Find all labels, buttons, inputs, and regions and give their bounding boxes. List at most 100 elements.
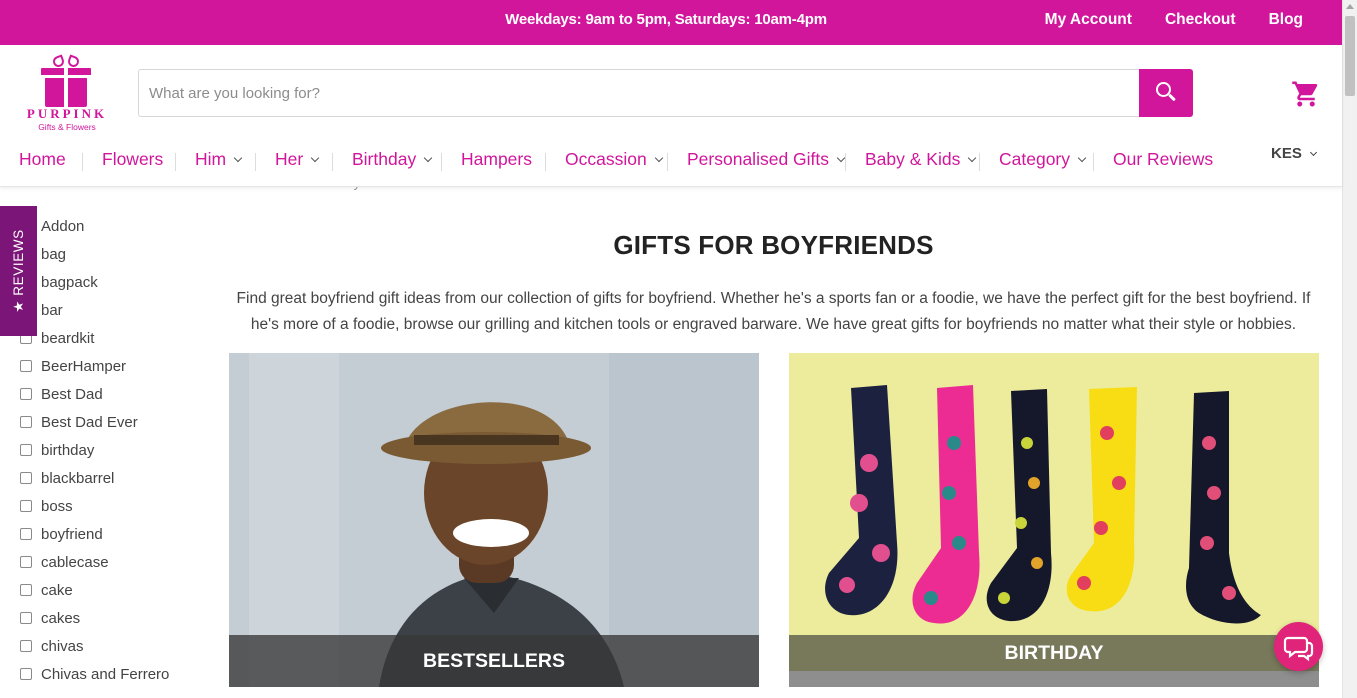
checkbox[interactable] [20, 500, 32, 512]
collection-card-birthday[interactable]: BIRTHDAY [789, 353, 1319, 687]
nav-divider [82, 153, 83, 171]
nav-item-birthday[interactable]: Birthday [352, 149, 433, 170]
collection-card-bestsellers[interactable]: BESTSELLERS [229, 353, 759, 687]
chat-button[interactable] [1274, 622, 1323, 671]
nav-item-her[interactable]: Her [275, 149, 320, 170]
filter-option[interactable]: cablecase [20, 550, 109, 574]
nav-label: Our Reviews [1113, 149, 1214, 169]
checkbox[interactable] [20, 416, 32, 428]
filter-option[interactable]: cake [20, 578, 73, 602]
currency-label: KES [1271, 145, 1302, 162]
filter-label: chivas [41, 637, 84, 655]
nav-label: Home [19, 149, 66, 169]
nav-divider [332, 153, 333, 171]
nav-label: Flowers [102, 149, 164, 169]
collection-description: Find great boyfriend gift ideas from our… [236, 290, 1311, 333]
nav-label: Birthday [352, 149, 417, 169]
search-bar [138, 69, 1193, 117]
filter-option[interactable]: BeerHamper [20, 354, 126, 378]
cart-icon[interactable] [1289, 79, 1323, 109]
checkbox[interactable] [20, 388, 32, 400]
checkbox[interactable] [20, 668, 32, 680]
nav-divider [1093, 153, 1094, 171]
checkbox[interactable] [20, 612, 32, 624]
checkbox[interactable] [20, 360, 32, 372]
scroll-thumb[interactable] [1345, 16, 1355, 96]
site-logo[interactable]: PURPINK Gifts & Flowers [18, 54, 118, 135]
checkbox[interactable] [20, 640, 32, 652]
site-header: PURPINK Gifts & Flowers Home Flowers Him… [0, 45, 1342, 187]
card-label: BESTSELLERS [229, 635, 759, 687]
card-label: BIRTHDAY [789, 635, 1319, 671]
checkbox[interactable] [20, 556, 32, 568]
filter-option[interactable]: chivas [20, 634, 84, 658]
logo-name: PURPINK [26, 106, 108, 121]
filter-option[interactable]: Chivas and Ferrero [20, 662, 169, 686]
chevron-down-icon [233, 153, 243, 163]
filter-label: bar [41, 301, 63, 319]
nav-divider [255, 153, 256, 171]
filter-label: bagpack [41, 273, 98, 291]
nav-item-home[interactable]: Home [19, 149, 66, 170]
filter-option[interactable]: Best Dad [20, 382, 103, 406]
chevron-down-icon [310, 153, 320, 163]
filter-option[interactable]: blackbarrel [20, 466, 114, 490]
nav-label: Him [195, 149, 227, 169]
nav-item-our-reviews[interactable]: Our Reviews [1113, 149, 1213, 170]
nav-divider [979, 153, 980, 171]
page-title: GIFTS FOR BOYFRIENDS [613, 230, 934, 260]
checkbox[interactable] [20, 528, 32, 540]
chevron-down-icon [836, 153, 846, 163]
filter-option[interactable]: boss [20, 494, 73, 518]
filter-option[interactable]: Best Dad Ever [20, 410, 138, 434]
scroll-up-icon[interactable] [1346, 4, 1354, 9]
filter-option[interactable]: birthday [20, 438, 94, 462]
nav-divider [845, 153, 846, 171]
nav-label: Hampers [461, 149, 532, 169]
chat-icon [1283, 636, 1314, 662]
filter-option[interactable]: cakes [20, 606, 80, 630]
filter-label: bag [41, 245, 67, 263]
page-scrollbar[interactable] [1342, 0, 1357, 698]
logo-bow-left [51, 54, 66, 69]
logo-ribbon [64, 68, 68, 107]
filter-label: Addon [41, 217, 85, 235]
nav-label: Category [999, 149, 1071, 169]
nav-item-personalised-gifts[interactable]: Personalised Gifts [687, 149, 846, 170]
filter-label: Best Dad Ever [41, 413, 138, 431]
nav-divider [441, 153, 442, 171]
reviews-tab[interactable]: ★ REVIEWS [0, 206, 37, 336]
checkbox[interactable] [20, 472, 32, 484]
filter-label: beardkit [41, 329, 95, 347]
nav-label: Personalised Gifts [687, 149, 830, 169]
nav-item-occassion[interactable]: Occassion [565, 149, 663, 170]
filter-label: cablecase [41, 553, 109, 571]
search-button[interactable] [1139, 69, 1193, 117]
nav-item-flowers[interactable]: Flowers [102, 149, 163, 170]
checkbox[interactable] [20, 584, 32, 596]
search-icon-handle [1168, 93, 1176, 102]
nav-divider [667, 153, 668, 171]
search-input[interactable] [149, 80, 1129, 106]
logo-bow-right [66, 54, 81, 69]
filter-label: BeerHamper [41, 357, 127, 375]
chevron-down-icon [423, 153, 433, 163]
nav-divider [545, 153, 546, 171]
filter-label: Best Dad [41, 385, 103, 403]
nav-item-category[interactable]: Category [999, 149, 1087, 170]
logo-tagline: Gifts & Flowers [38, 122, 96, 132]
currency-selector[interactable]: KES [1271, 145, 1317, 162]
my-account-link[interactable]: My Account [1045, 11, 1132, 29]
nav-item-baby-kids[interactable]: Baby & Kids [865, 149, 977, 170]
card-footer-strip [789, 671, 1319, 687]
checkout-link[interactable]: Checkout [1165, 11, 1236, 29]
chevron-down-icon [1077, 153, 1087, 163]
filter-label: Chivas and Ferrero [41, 665, 170, 683]
logo-ribbon-band [41, 75, 91, 78]
blog-link[interactable]: Blog [1269, 11, 1303, 29]
nav-item-him[interactable]: Him [195, 149, 243, 170]
nav-item-hampers[interactable]: Hampers [461, 149, 532, 170]
nav-label: Baby & Kids [865, 149, 961, 169]
checkbox[interactable] [20, 444, 32, 456]
filter-option[interactable]: boyfriend [20, 522, 103, 546]
